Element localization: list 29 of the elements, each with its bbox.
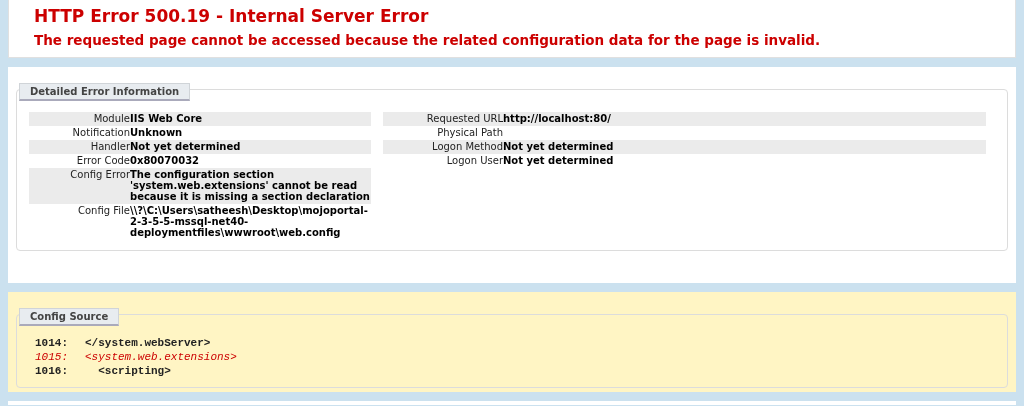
- line-number: 1015:: [35, 351, 69, 363]
- fieldset-legend: Detailed Error Information: [19, 83, 191, 101]
- field-value: \\?\C:\Users\satheesh\Desktop\mojoportal-2-3-5-5-mssql-net40-deploymentfiles\wwwroot\web.config: [130, 204, 369, 240]
- fieldset-legend: Config Source: [19, 308, 120, 326]
- field-label: Module: [29, 112, 130, 126]
- field-value: Not yet determined: [503, 140, 986, 154]
- line-number: 1016:: [35, 365, 69, 377]
- field-label: Error Code: [75, 154, 130, 168]
- field-label: Notification: [71, 126, 130, 140]
- field-label: Physical Path: [436, 126, 503, 140]
- field-label: Requested URL: [383, 112, 503, 126]
- field-label: Logon User: [445, 154, 503, 168]
- code-line: <system.web.extensions>: [85, 351, 238, 363]
- error-subtitle: The requested page cannot be accessed because the related configuration data for the page is invalid.: [34, 32, 822, 48]
- field-label: Handler: [29, 140, 130, 154]
- field-label: Logon Method: [383, 140, 503, 154]
- line-number: 1014:: [35, 337, 69, 349]
- field-value: http://localhost:80/: [503, 112, 986, 126]
- field-label: Config File: [77, 204, 130, 216]
- code-line: </system.webServer>: [85, 337, 212, 349]
- field-value: 0x80070032: [130, 154, 201, 168]
- error-title: HTTP Error 500.19 - Internal Server Error: [34, 6, 430, 26]
- field-value: Not yet determined: [503, 154, 615, 168]
- field-value: Unknown: [130, 126, 184, 140]
- field-value: Not yet determined: [130, 140, 371, 154]
- code-line: <scripting>: [97, 365, 172, 377]
- field-value: IIS Web Core: [130, 112, 371, 126]
- field-label: Config Error: [29, 168, 130, 204]
- field-value: The configuration section 'system.web.extensions' cannot be read because it is missing a section declaration: [130, 168, 371, 204]
